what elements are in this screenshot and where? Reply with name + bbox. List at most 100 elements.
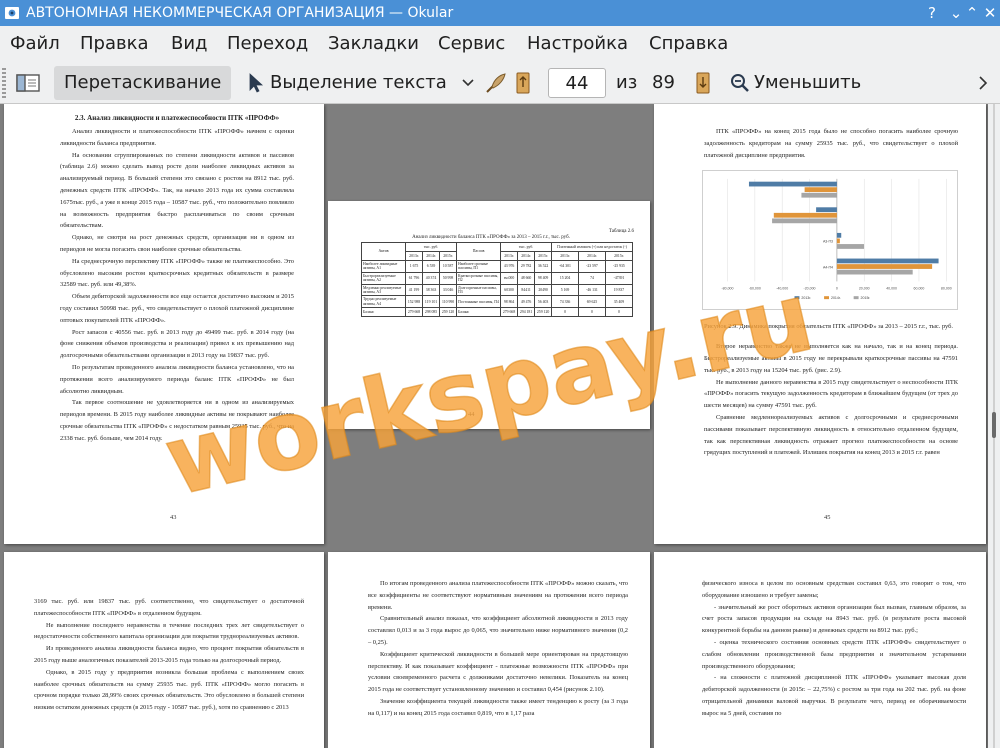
table-cell: 98 864: [500, 295, 519, 309]
table-cell: 279 668: [500, 307, 519, 318]
table-cell: Наиболее срочные пассивы, П1: [456, 260, 502, 273]
table-header-cell: тыс. руб.: [404, 242, 458, 252]
table-cell: 279 668: [404, 307, 424, 318]
menu-edit[interactable]: Правка: [80, 32, 149, 56]
paragraph: физического износа в целом по основным с…: [702, 580, 966, 599]
help-icon[interactable]: ?: [922, 3, 942, 23]
document-page-44[interactable]: Таблица 2.6 Анализ ликвидности баланса П…: [328, 201, 650, 429]
table-cell: Долгосрочные пассивы, П3: [456, 283, 502, 297]
paragraph: Анализ ликвидности и платежеспособности …: [60, 128, 294, 147]
paragraph: 3169 тыс. руб. или 19837 тыс. руб. соотв…: [34, 598, 304, 617]
chart-bar: [836, 269, 913, 275]
table-cell: 43 976: [500, 260, 519, 273]
table-header-cell: 2015г.: [439, 251, 458, 261]
table-cell: 48 660: [517, 271, 536, 285]
page-of-label: из: [616, 72, 638, 93]
table-cell: 259 120: [534, 307, 553, 318]
table-cell: 41 199: [404, 283, 424, 297]
table-cell: 0: [578, 307, 606, 318]
paragraph: Однако, не смотря на рост денежных средс…: [60, 234, 294, 253]
previous-page-button[interactable]: [484, 66, 508, 100]
menu-help[interactable]: Справка: [649, 32, 728, 56]
table-cell: Наиболее ликвидные активы, А1: [361, 260, 406, 273]
document-page-48[interactable]: физического износа в целом по основным с…: [654, 552, 986, 748]
table-header-row: Актив тыс. руб. Пассив тыс. руб. Платежн…: [361, 242, 633, 261]
paragraph: Не выполнение последнего неравенства в т…: [34, 621, 304, 641]
page-number-input[interactable]: [548, 68, 606, 98]
chart-x-tick-label: 20,000: [859, 286, 870, 290]
paragraph: ПТК «ПРОФФ» на конец 2015 года было не с…: [704, 128, 958, 159]
table-cell: 259 120: [439, 307, 458, 318]
table-cell: 84411: [517, 283, 536, 297]
paragraph: Так первое соотношение не удовлетворяетс…: [60, 399, 294, 442]
zoom-out-label: Уменьшить: [754, 72, 862, 93]
table-cell: 119 101: [422, 295, 441, 309]
scrollbar-thumb[interactable]: [992, 412, 996, 438]
book-down-icon: [696, 72, 710, 94]
table-cell: 61 796: [404, 271, 424, 285]
window-titlebar[interactable]: АВТОНОМНАЯ НЕКОММЕРЧЕСКАЯ ОРГАНИЗАЦИЯ — …: [0, 0, 1000, 26]
table-header-cell: 2013г.: [404, 251, 424, 261]
next-page-button[interactable]: [694, 66, 716, 100]
first-page-button[interactable]: [514, 66, 536, 100]
menu-file[interactable]: Файл: [10, 32, 60, 56]
table-cell: 298 085: [422, 307, 441, 318]
document-page-46[interactable]: 3169 тыс. руб. или 19837 тыс. руб. соотв…: [4, 552, 324, 748]
chart-bar: [836, 258, 939, 264]
table-header-cell: 2015г.: [534, 251, 553, 261]
paragraph: Значение коэффициента текущей ликвидност…: [368, 697, 628, 717]
paragraph: На основании сгруппированных по степени …: [60, 151, 294, 230]
table-cell: -47391: [604, 271, 634, 285]
page-number: 45: [824, 514, 831, 521]
main-toolbar: Перетаскивание Выделение текста из 89: [0, 62, 1000, 104]
chart-legend-label: 2015г.: [861, 296, 871, 300]
quill-icon: [486, 73, 506, 93]
table-cell: Краткосрочные пассивы, П2: [456, 271, 502, 285]
table-cell: 56 403: [534, 295, 553, 309]
browse-tool-button[interactable]: Перетаскивание: [54, 66, 232, 100]
maximize-icon[interactable]: ⌃: [962, 3, 982, 23]
table-row: Медленно реализуемые активы, А3 41 199 38 …: [361, 283, 634, 297]
vertical-scrollbar[interactable]: [988, 104, 1000, 748]
paragraph: - значительный же рост оборотных активов…: [702, 603, 966, 635]
table-cell: 33 046: [439, 283, 458, 297]
table-header-cell: 2014г.: [422, 251, 441, 261]
chart-x-tick-label: 80,000: [941, 286, 952, 290]
table-cell: 10 587: [439, 260, 458, 273]
table-header-cell: 2013г.: [500, 251, 519, 261]
document-page-47[interactable]: По итогам проведенного анализа платежесп…: [328, 552, 650, 748]
page-total-label: 89: [652, 72, 675, 93]
table-cell: Быстрореализуемые активы, А2: [361, 271, 406, 285]
table-cell: Медленно реализуемые активы, А3: [361, 283, 406, 297]
table-row: Наиболее ликвидные активы, А1 1 675 6 539 1…: [361, 260, 634, 273]
menu-bookmarks[interactable]: Закладки: [328, 32, 419, 56]
chart-x-tick-label: -40,000: [776, 286, 788, 290]
close-icon[interactable]: ✕: [980, 3, 1000, 23]
document-page-43[interactable]: 2.3. Анализ ликвидности и платежеспособн…: [4, 104, 324, 544]
paragraph: По итогам проведенного анализа платежесп…: [368, 580, 628, 611]
menu-settings[interactable]: Настройка: [527, 32, 628, 56]
table-row: Быстрореализуемые активы, А2 61 796 40 374…: [361, 271, 634, 285]
table-cell: 98 409: [534, 271, 553, 285]
menu-tools[interactable]: Сервис: [438, 32, 505, 56]
table-cell: 35 409: [604, 295, 634, 309]
document-view[interactable]: 2.3. Анализ ликвидности и платежеспособн…: [0, 104, 988, 748]
menu-view[interactable]: Вид: [171, 32, 208, 56]
toolbar-overflow-button[interactable]: [978, 66, 992, 100]
table-header-cell: Актив: [361, 242, 406, 261]
table-cell: -64 301: [551, 260, 580, 273]
paragraph: На среднесрочную перспективу ПТК «ПРОФФ»…: [60, 257, 294, 289]
paragraph: Сравнение медленнореализуемых активов с …: [704, 413, 958, 457]
table-caption: Таблица 2.6: [608, 229, 634, 234]
toolbar-grip[interactable]: [2, 68, 6, 98]
chart-x-tick-label: -80,000: [721, 286, 733, 290]
sidebar-toggle-button[interactable]: [10, 66, 46, 100]
menu-go[interactable]: Переход: [227, 32, 308, 56]
chevron-down-icon: [462, 79, 474, 87]
tool-dropdown-arrow[interactable]: [460, 66, 476, 100]
document-page-45[interactable]: ПТК «ПРОФФ» на конец 2015 года было не с…: [654, 104, 986, 544]
table-cell: Трудно реализуемые активы, А4: [361, 295, 406, 309]
chart-bar: [772, 218, 837, 224]
table-cell: 38 363: [422, 283, 441, 297]
menu-bar: Файл Правка Вид Переход Закладки Сервис …: [0, 26, 1000, 62]
